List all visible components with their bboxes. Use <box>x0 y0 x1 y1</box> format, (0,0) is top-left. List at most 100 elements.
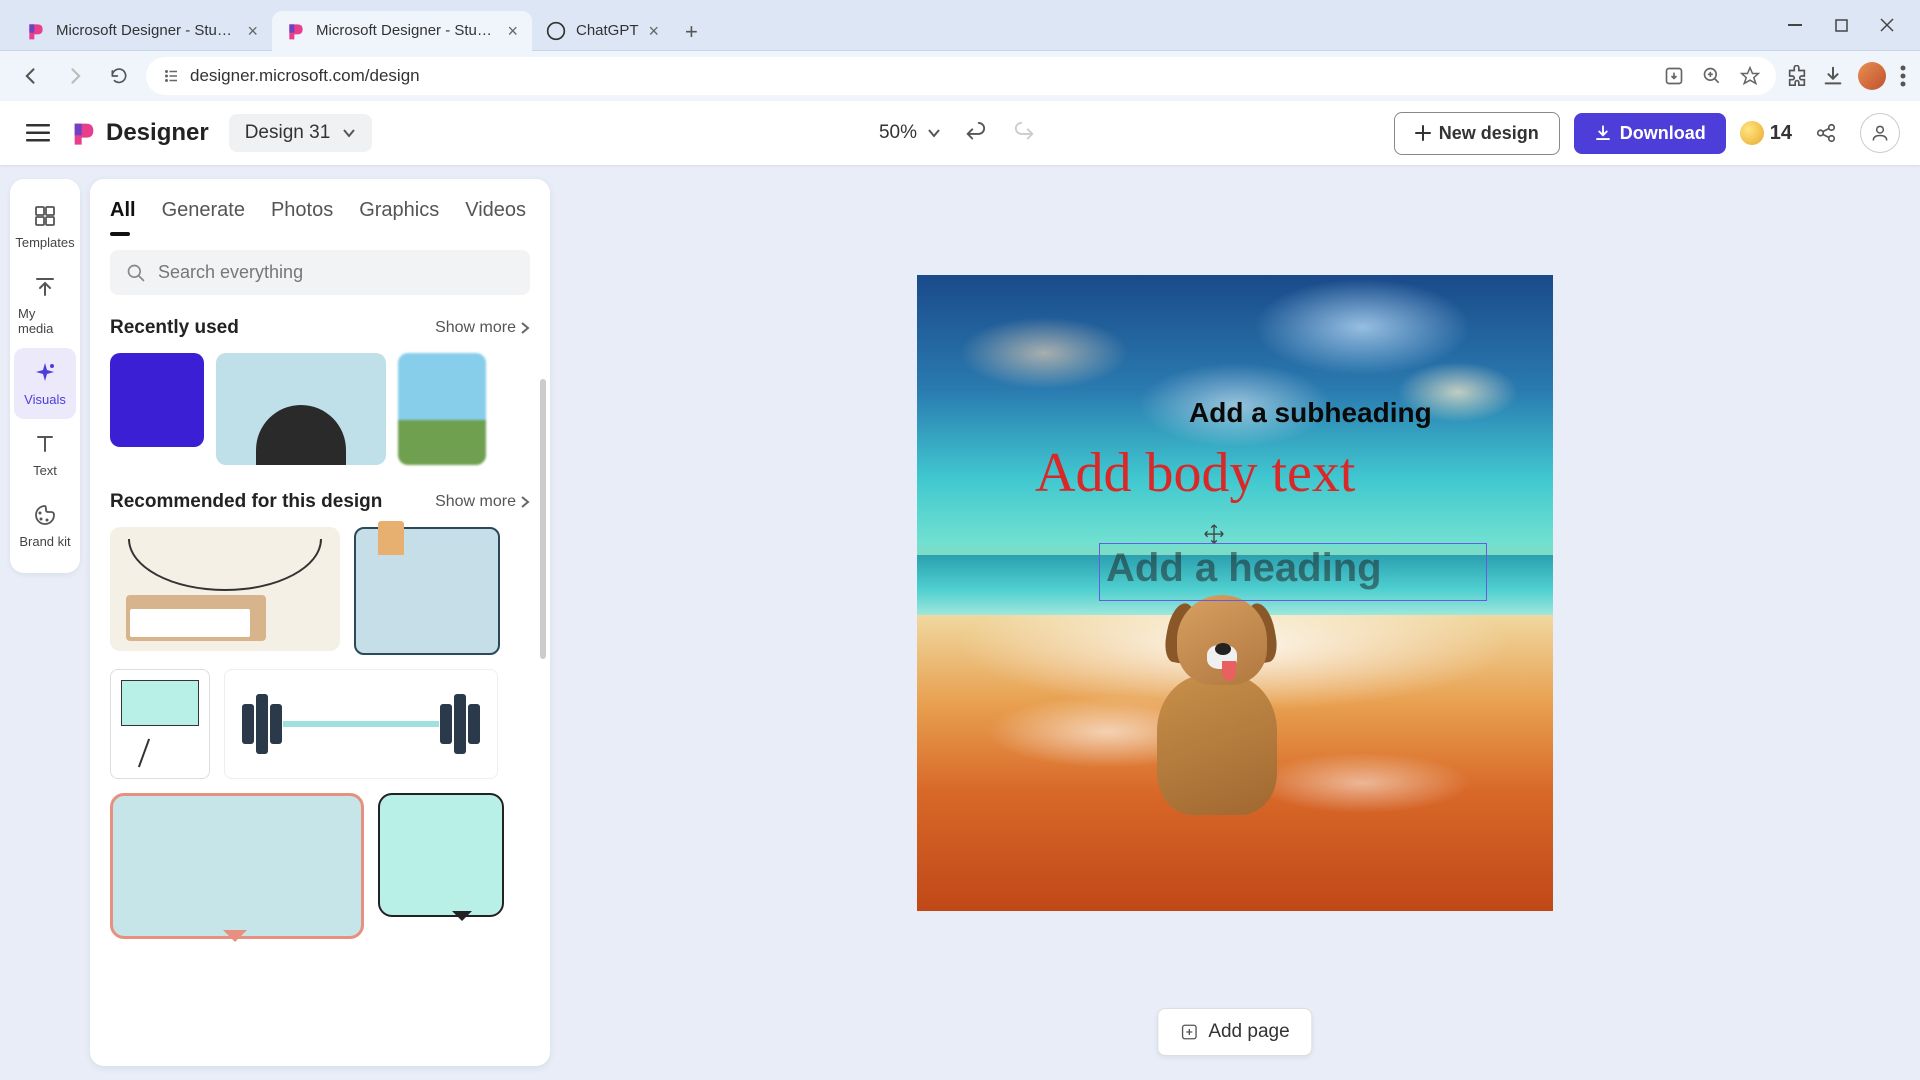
bookmark-icon[interactable] <box>1740 66 1760 86</box>
close-window-button[interactable] <box>1878 16 1896 34</box>
downloads-icon[interactable] <box>1822 65 1844 87</box>
rail-label: Text <box>33 463 57 478</box>
panel-tab-all[interactable]: All <box>110 199 136 232</box>
canvas-area[interactable]: Add a subheading Add body text Add a hea… <box>550 165 1920 1080</box>
recent-asset-3[interactable] <box>398 353 486 465</box>
kebab-menu-icon[interactable] <box>1900 65 1906 87</box>
designer-favicon-icon <box>286 21 306 41</box>
workspace: Templates My media Visuals Text Brand ki… <box>0 165 1920 1080</box>
recommended-asset-5[interactable] <box>110 793 364 939</box>
chevron-down-icon <box>927 128 941 138</box>
minimize-button[interactable] <box>1786 16 1804 34</box>
rail-label: Brand kit <box>19 534 70 549</box>
left-rail: Templates My media Visuals Text Brand ki… <box>0 165 90 1080</box>
designer-favicon-icon <box>26 21 46 41</box>
download-button[interactable]: Download <box>1574 113 1726 154</box>
zoom-icon[interactable] <box>1702 66 1722 86</box>
design-name: Design 31 <box>245 122 331 144</box>
recommended-asset-2[interactable] <box>354 527 500 655</box>
scrollbar[interactable] <box>540 379 546 659</box>
chevron-right-icon <box>520 496 530 508</box>
panel-tab-photos[interactable]: Photos <box>271 199 333 232</box>
close-icon[interactable]: × <box>649 22 660 40</box>
canvas-text-subheading[interactable]: Add a subheading <box>1189 397 1432 429</box>
app-header: Designer Design 31 50% New design Downlo… <box>0 101 1920 165</box>
download-icon <box>1594 124 1612 142</box>
recent-asset-1[interactable] <box>110 353 204 447</box>
design-canvas[interactable]: Add a subheading Add body text Add a hea… <box>917 275 1553 911</box>
brand-name: Designer <box>106 119 209 147</box>
show-more-recommended[interactable]: Show more <box>435 493 530 511</box>
coin-icon <box>1740 121 1764 145</box>
canvas-text-body[interactable]: Add body text <box>1035 441 1355 505</box>
install-app-icon[interactable] <box>1664 66 1684 86</box>
designer-logo-icon <box>70 119 98 147</box>
address-bar[interactable]: designer.microsoft.com/design <box>146 57 1776 95</box>
window-controls <box>1786 16 1920 34</box>
profile-avatar[interactable] <box>1858 62 1886 90</box>
move-cursor-icon <box>1203 523 1225 545</box>
recommended-asset-6[interactable] <box>378 793 504 917</box>
back-button[interactable] <box>14 59 48 93</box>
section-title-recommended: Recommended for this design <box>110 491 382 513</box>
site-info-icon[interactable] <box>162 67 180 85</box>
text-icon <box>32 431 58 457</box>
recent-asset-2[interactable] <box>216 353 386 465</box>
show-more-recent[interactable]: Show more <box>435 319 530 337</box>
close-icon[interactable]: × <box>507 22 518 40</box>
undo-button[interactable] <box>959 117 991 149</box>
menu-button[interactable] <box>20 115 56 151</box>
extensions-icon[interactable] <box>1786 65 1808 87</box>
add-page-button[interactable]: Add page <box>1157 1008 1312 1056</box>
chevron-right-icon <box>520 322 530 334</box>
new-design-button[interactable]: New design <box>1394 112 1560 155</box>
plus-icon <box>1415 125 1431 141</box>
show-more-label: Show more <box>435 319 516 337</box>
share-button[interactable] <box>1806 113 1846 153</box>
chevron-down-icon <box>342 128 356 138</box>
recommended-asset-1[interactable] <box>110 527 340 651</box>
reload-button[interactable] <box>102 59 136 93</box>
redo-button[interactable] <box>1009 117 1041 149</box>
panel-tab-graphics[interactable]: Graphics <box>359 199 439 232</box>
new-tab-button[interactable]: + <box>673 13 710 51</box>
account-button[interactable] <box>1860 113 1900 153</box>
canvas-text-heading-selected[interactable]: Add a heading <box>1099 543 1487 601</box>
rail-brand-kit[interactable]: Brand kit <box>14 490 76 561</box>
recommended-asset-3[interactable] <box>110 669 210 779</box>
rail-my-media[interactable]: My media <box>14 262 76 348</box>
search-placeholder: Search everything <box>158 262 303 283</box>
browser-tab-2[interactable]: Microsoft Designer - Stunning × <box>272 11 532 51</box>
rail-label: My media <box>18 306 72 336</box>
tab-title: ChatGPT <box>576 22 639 39</box>
zoom-dropdown[interactable]: 50% <box>879 122 941 144</box>
browser-tab-1[interactable]: Microsoft Designer - Stunning × <box>12 11 272 51</box>
rail-visuals[interactable]: Visuals <box>14 348 76 419</box>
design-name-dropdown[interactable]: Design 31 <box>229 114 373 152</box>
tab-title: Microsoft Designer - Stunning <box>316 22 497 39</box>
close-icon[interactable]: × <box>247 22 258 40</box>
section-title-recent: Recently used <box>110 317 239 339</box>
browser-toolbar: designer.microsoft.com/design <box>0 51 1920 101</box>
visuals-panel: All Generate Photos Graphics Videos Sear… <box>90 179 550 1066</box>
credits-display[interactable]: 14 <box>1740 121 1792 145</box>
rail-templates[interactable]: Templates <box>14 191 76 262</box>
credits-count: 14 <box>1770 122 1792 145</box>
rail-text[interactable]: Text <box>14 419 76 490</box>
sparkle-icon <box>32 360 58 386</box>
rail-label: Visuals <box>24 392 66 407</box>
recommended-asset-4[interactable] <box>224 669 498 779</box>
url-text: designer.microsoft.com/design <box>190 66 420 86</box>
maximize-button[interactable] <box>1832 16 1850 34</box>
canvas-image-dog[interactable] <box>1137 585 1307 815</box>
designer-logo[interactable]: Designer <box>70 119 209 147</box>
panel-tab-generate[interactable]: Generate <box>162 199 245 232</box>
browser-tab-3[interactable]: ChatGPT × <box>532 11 673 51</box>
search-input[interactable]: Search everything <box>110 250 530 295</box>
canvas-text-heading[interactable]: Add a heading <box>1106 546 1382 591</box>
panel-tab-videos[interactable]: Videos <box>465 199 526 232</box>
browser-tab-strip: Microsoft Designer - Stunning × Microsof… <box>0 0 1920 51</box>
forward-button[interactable] <box>58 59 92 93</box>
add-page-label: Add page <box>1208 1021 1289 1043</box>
search-icon <box>126 263 146 283</box>
